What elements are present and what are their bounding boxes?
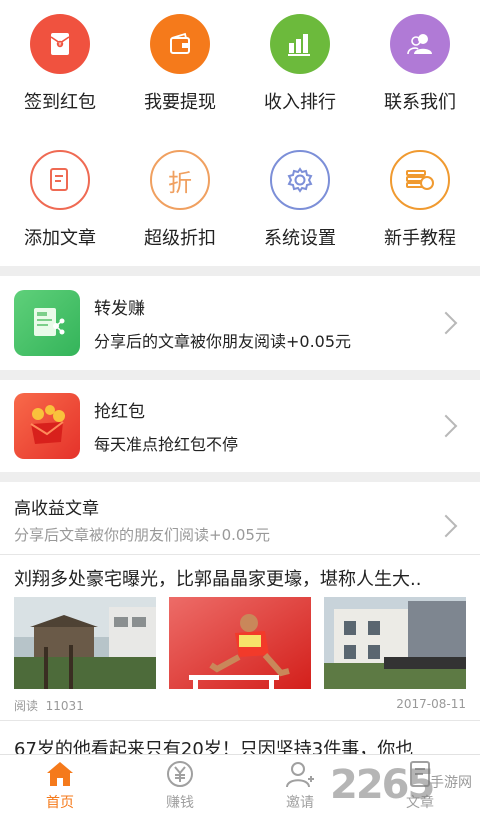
grid-item-signin-redpacket[interactable]: ¥ 签到红包	[0, 0, 120, 128]
grid-item-label: 系统设置	[264, 228, 336, 249]
section-divider	[0, 370, 480, 380]
wallet-icon	[150, 14, 210, 74]
high-income-section-header[interactable]: 高收益文章 分享后文章被你的朋友们阅读+0.05元	[0, 482, 480, 554]
bar-chart-icon	[270, 14, 330, 74]
gear-icon	[270, 150, 330, 210]
chevron-right-icon	[434, 311, 458, 335]
redpacket-card-subtitle: 每天准点抢红包不停	[94, 435, 239, 454]
grid-item-settings[interactable]: 系统设置	[240, 128, 360, 266]
watermark-logo: 2265 手游网	[330, 758, 480, 818]
watermark-suffix: 手游网	[430, 775, 472, 791]
invite-user-icon	[286, 762, 314, 788]
chevron-right-icon	[434, 414, 458, 438]
article-thumbnail-villa	[324, 597, 466, 689]
contacts-icon	[390, 14, 450, 74]
grid-item-label: 超级折扣	[144, 228, 216, 249]
grid-item-super-discount[interactable]: 折 超级折扣	[120, 128, 240, 266]
share-earn-card[interactable]: 转发赚 分享后的文章被你朋友阅读+0.05元	[0, 276, 480, 370]
grid-item-label: 新手教程	[384, 228, 456, 249]
article-thumbnails	[14, 597, 466, 689]
grid-item-contact-us[interactable]: 联系我们	[360, 0, 480, 128]
home-icon	[47, 762, 73, 786]
tab-label: 邀请	[286, 795, 314, 811]
article-item[interactable]: 67岁的他看起来只有20岁！只因坚持3件事，你也	[0, 721, 480, 755]
tab-home[interactable]: 首页	[0, 755, 120, 821]
article-item[interactable]: 刘翔多处豪宅曝光，比郭晶晶家更壕，堪称人生大.. 阅读 11031 2017-0…	[0, 555, 480, 714]
grid-item-label: 联系我们	[384, 92, 456, 113]
tab-label: 赚钱	[166, 795, 194, 811]
grid-item-income-ranking[interactable]: 收入排行	[240, 0, 360, 128]
redpacket-coins-icon	[14, 393, 80, 459]
discount-icon: 折	[150, 150, 210, 210]
tab-earn[interactable]: 赚钱	[120, 755, 240, 821]
watermark-number: 2265	[330, 762, 435, 808]
grid-item-tutorial[interactable]: 新手教程	[360, 128, 480, 266]
article-thumbnail-hurdler	[169, 597, 311, 689]
article-date: 2017-08-11	[396, 697, 466, 711]
tab-label: 首页	[46, 795, 74, 811]
article-thumbnail-house	[14, 597, 156, 689]
red-envelope-icon: ¥	[30, 14, 90, 74]
reads-count: 11031	[45, 699, 84, 713]
share-document-icon	[14, 290, 80, 356]
redpacket-card-title: 抢红包	[94, 402, 145, 422]
article-title: 67岁的他看起来只有20岁！只因坚持3件事，你也	[14, 739, 414, 755]
grid-item-withdraw[interactable]: 我要提现	[120, 0, 240, 128]
grab-redpacket-card[interactable]: 抢红包 每天准点抢红包不停	[0, 380, 480, 472]
grid-item-label: 我要提现	[144, 92, 216, 113]
share-card-subtitle: 分享后的文章被你朋友阅读+0.05元	[94, 332, 352, 351]
document-icon	[30, 150, 90, 210]
feature-grid-row1: ¥ 签到红包 我要提现 收入排行 联系我们	[0, 0, 480, 128]
article-title: 刘翔多处豪宅曝光，比郭晶晶家更壕，堪称人生大..	[14, 569, 422, 590]
section-divider	[0, 266, 480, 276]
grid-item-add-article[interactable]: 添加文章	[0, 128, 120, 266]
grid-item-label: 签到红包	[24, 92, 96, 113]
svg-text:¥: ¥	[58, 42, 61, 48]
discount-glyph: 折	[168, 168, 192, 197]
section-title: 高收益文章	[14, 499, 99, 519]
yen-coin-icon	[167, 761, 193, 787]
reads-label: 阅读	[14, 699, 39, 713]
share-card-title: 转发赚	[94, 299, 145, 319]
grid-item-label: 收入排行	[264, 92, 336, 113]
section-divider	[0, 472, 480, 482]
article-meta: 阅读 11031 2017-08-11	[14, 697, 466, 714]
grid-item-label: 添加文章	[24, 228, 96, 249]
feature-grid-row2: 添加文章 折 超级折扣 系统设置 新手教程	[0, 128, 480, 266]
coins-icon	[390, 150, 450, 210]
section-subtitle: 分享后文章被你的朋友们阅读+0.05元	[14, 526, 270, 544]
